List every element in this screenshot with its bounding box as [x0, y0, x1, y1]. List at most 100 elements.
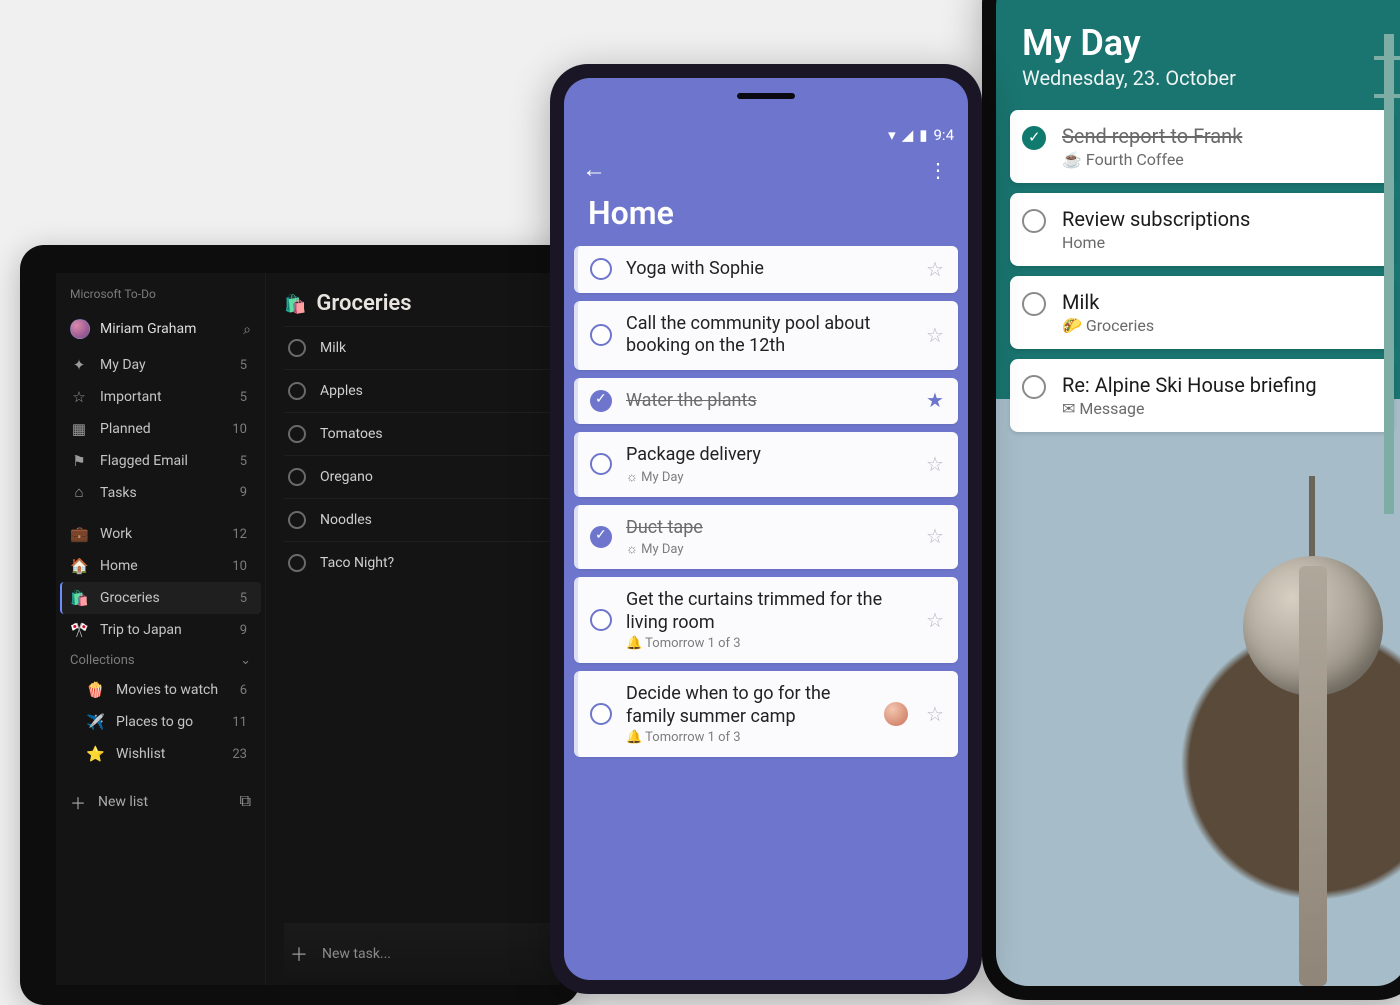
task-meta: ☼ My Day	[626, 541, 910, 557]
list-count: 10	[232, 559, 251, 574]
task-meta: Home	[1062, 233, 1382, 252]
task-meta: ✉ Message	[1062, 399, 1382, 418]
star-icon[interactable]: ☆	[924, 609, 946, 631]
collection-item[interactable]: ✈️ Places to go 11	[60, 706, 261, 738]
nav-icon: ⚑	[70, 452, 88, 470]
collection-item[interactable]: ⭐ Wishlist 23	[60, 738, 261, 770]
complete-checkbox[interactable]	[590, 453, 612, 475]
nav-label: Important	[100, 389, 228, 405]
star-icon[interactable]: ☆	[924, 526, 946, 548]
complete-checkbox[interactable]	[590, 390, 612, 412]
nav-icon: ✦	[70, 356, 88, 374]
android-device: ▾ ◢ ▮ 9:4 ← ⋮ Home Yoga with Sophie ☆ Ca…	[550, 64, 982, 994]
complete-checkbox[interactable]	[590, 703, 612, 725]
task-title: Taco Night?	[320, 555, 394, 571]
nav-item[interactable]: ⌂ Tasks 9	[60, 477, 261, 508]
nav-item[interactable]: ⚑ Flagged Email 5	[60, 445, 261, 477]
collection-count: 11	[232, 715, 251, 730]
nav-icon: ⌂	[70, 484, 88, 501]
task-title: Get the curtains trimmed for the living …	[626, 589, 910, 634]
page-date: Wednesday, 23. October	[1022, 66, 1382, 90]
overflow-icon[interactable]: ⋮	[928, 158, 950, 183]
nav-label: My Day	[100, 357, 228, 373]
task-card[interactable]: Decide when to go for the family summer …	[574, 671, 958, 757]
task-card[interactable]: Package delivery ☼ My Day ☆	[574, 432, 958, 497]
new-group-icon[interactable]: ⧉	[240, 793, 251, 811]
task-row[interactable]: Milk	[284, 326, 560, 369]
avatar	[70, 319, 90, 339]
plus-icon: ＋	[70, 790, 86, 814]
task-card[interactable]: Duct tape ☼ My Day ☆	[574, 505, 958, 570]
nav-count: 9	[240, 485, 251, 500]
collection-count: 23	[232, 747, 251, 762]
complete-checkbox[interactable]	[590, 609, 612, 631]
star-icon[interactable]: ☆	[924, 453, 946, 475]
sidebar-list-item[interactable]: 🛍️ Groceries 5	[60, 582, 261, 614]
complete-checkbox[interactable]	[590, 526, 612, 548]
list-label: Trip to Japan	[100, 622, 228, 638]
nav-count: 5	[240, 454, 251, 469]
complete-checkbox[interactable]	[288, 425, 306, 443]
account-row[interactable]: Miriam Graham ⌕	[60, 313, 261, 349]
star-icon[interactable]: ☆	[924, 703, 946, 725]
task-row[interactable]: Oregano	[284, 455, 560, 498]
complete-checkbox[interactable]	[1022, 375, 1046, 399]
nav-item[interactable]: ☆ Important 5	[60, 381, 261, 413]
battery-icon: ▮	[919, 126, 927, 144]
list-icon: 🛍️	[70, 589, 88, 607]
task-card[interactable]: Yoga with Sophie ☆	[574, 246, 958, 293]
complete-checkbox[interactable]	[590, 258, 612, 280]
task-title: Milk	[1062, 290, 1382, 314]
task-row[interactable]: Taco Night?	[284, 541, 560, 584]
new-list-label: New list	[98, 794, 148, 810]
signal-icon: ◢	[902, 126, 914, 144]
task-card[interactable]: Milk 🌮 Groceries	[1010, 276, 1394, 349]
complete-checkbox[interactable]	[288, 339, 306, 357]
task-card[interactable]: Re: Alpine Ski House briefing ✉ Message	[1010, 359, 1394, 432]
list-count: 12	[232, 527, 251, 542]
nav-item[interactable]: ✦ My Day 5	[60, 349, 261, 381]
task-row[interactable]: Apples	[284, 369, 560, 412]
complete-checkbox[interactable]	[288, 554, 306, 572]
nav-label: Planned	[100, 421, 220, 437]
complete-checkbox[interactable]	[1022, 209, 1046, 233]
task-title: Decide when to go for the family summer …	[626, 683, 870, 728]
task-card[interactable]: Review subscriptions Home	[1010, 193, 1394, 266]
new-list-button[interactable]: ＋ New list ⧉	[60, 780, 261, 824]
task-card[interactable]: Get the curtains trimmed for the living …	[574, 577, 958, 663]
task-card[interactable]: Call the community pool about booking on…	[574, 301, 958, 370]
collection-count: 6	[240, 683, 251, 698]
search-icon[interactable]: ⌕	[243, 321, 251, 338]
task-meta: 🔔 Tomorrow 1 of 3	[626, 636, 910, 651]
complete-checkbox[interactable]	[288, 382, 306, 400]
nav-icon: ☆	[70, 388, 88, 406]
star-icon[interactable]: ★	[924, 390, 946, 412]
back-icon[interactable]: ←	[582, 156, 606, 184]
user-name: Miriam Graham	[100, 321, 233, 337]
task-row[interactable]: Tomatoes	[284, 412, 560, 455]
complete-checkbox[interactable]	[1022, 292, 1046, 316]
complete-checkbox[interactable]	[1022, 126, 1046, 150]
sidebar-list-item[interactable]: 🎌 Trip to Japan 9	[60, 614, 261, 646]
task-meta: ☼ My Day	[626, 469, 910, 485]
new-task-input[interactable]: ＋ New task...	[284, 923, 560, 985]
task-card[interactable]: Send report to Frank ☕ Fourth Coffee	[1010, 110, 1394, 183]
sidebar-list-item[interactable]: 🏠 Home 10	[60, 550, 261, 582]
complete-checkbox[interactable]	[590, 324, 612, 346]
star-icon[interactable]: ☆	[924, 324, 946, 346]
sidebar-list-item[interactable]: 💼 Work 12	[60, 518, 261, 550]
task-row[interactable]: Noodles	[284, 498, 560, 541]
task-list: Yoga with Sophie ☆ Call the community po…	[564, 246, 968, 757]
collection-item[interactable]: 🍿 Movies to watch 6	[60, 674, 261, 706]
collection-icon: ⭐	[86, 745, 104, 763]
complete-checkbox[interactable]	[288, 468, 306, 486]
star-icon[interactable]: ☆	[924, 258, 946, 280]
task-card[interactable]: Water the plants ★	[574, 378, 958, 425]
nav-count: 5	[240, 390, 251, 405]
task-title: Water the plants	[626, 390, 910, 413]
nav-item[interactable]: ▦ Planned 10	[60, 413, 261, 445]
chevron-down-icon: ⌄	[240, 652, 251, 668]
collections-header[interactable]: Collections ⌄	[60, 646, 261, 674]
complete-checkbox[interactable]	[288, 511, 306, 529]
list-title-row: 🛍️ Groceries	[284, 291, 560, 326]
